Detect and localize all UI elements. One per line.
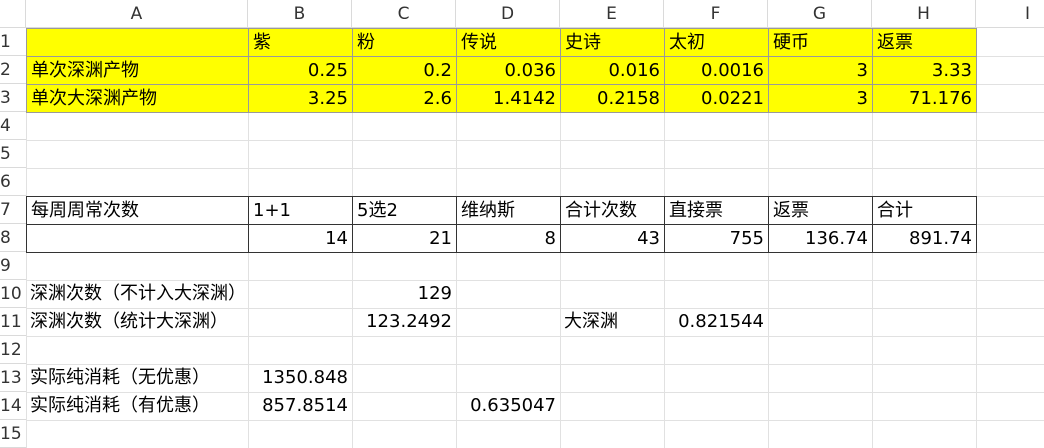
cell-d14[interactable]: 0.635047: [456, 392, 560, 420]
row-header-13[interactable]: 13: [0, 364, 26, 392]
cell-a7[interactable]: 每周周常次数: [26, 196, 249, 225]
select-all-corner[interactable]: [0, 0, 26, 28]
cell-b13[interactable]: 1350.848: [248, 364, 352, 392]
cell-b3[interactable]: 3.25: [248, 84, 353, 113]
column-header-b[interactable]: B: [248, 0, 352, 28]
cell-g3[interactable]: 3: [768, 84, 873, 113]
row-header-4[interactable]: 4: [0, 112, 26, 140]
cell-c10[interactable]: 129: [352, 280, 456, 308]
column-header-e[interactable]: E: [560, 0, 664, 28]
cell-f7[interactable]: 直接票: [664, 196, 769, 225]
cell-a8[interactable]: [26, 224, 249, 253]
row-header-11[interactable]: 11: [0, 308, 26, 336]
cell-c11[interactable]: 123.2492: [352, 308, 456, 336]
cell-c1[interactable]: 粉: [352, 28, 457, 57]
column-header-f[interactable]: F: [664, 0, 768, 28]
cell-b2[interactable]: 0.25: [248, 56, 353, 85]
row-header-14[interactable]: 14: [0, 392, 26, 420]
cell-g2[interactable]: 3: [768, 56, 873, 85]
cell-a10[interactable]: 深渊次数（不计入大深渊）: [26, 280, 326, 308]
row-header-3[interactable]: 3: [0, 84, 26, 112]
gridline: [26, 168, 1044, 169]
cell-e7[interactable]: 合计次数: [560, 196, 665, 225]
cell-h1[interactable]: 返票: [872, 28, 977, 57]
column-header-d[interactable]: D: [456, 0, 560, 28]
row-header-1[interactable]: 1: [0, 28, 26, 56]
cell-a11[interactable]: 深渊次数（统计大深渊）: [26, 308, 326, 336]
row-header-6[interactable]: 6: [0, 168, 26, 196]
gridline: [26, 420, 1044, 421]
cell-a1[interactable]: [26, 28, 249, 57]
cell-d7[interactable]: 维纳斯: [456, 196, 561, 225]
cell-c2[interactable]: 0.2: [352, 56, 457, 85]
column-header-h[interactable]: H: [872, 0, 976, 28]
cell-c3[interactable]: 2.6: [352, 84, 457, 113]
column-header-g[interactable]: G: [768, 0, 872, 28]
cell-h2[interactable]: 3.33: [872, 56, 977, 85]
row-header-9[interactable]: 9: [0, 252, 26, 280]
cell-b8[interactable]: 14: [248, 224, 353, 253]
row-header-2[interactable]: 2: [0, 56, 26, 84]
cell-e3[interactable]: 0.2158: [560, 84, 665, 113]
cell-e2[interactable]: 0.016: [560, 56, 665, 85]
cell-d3[interactable]: 1.4142: [456, 84, 561, 113]
cell-e8[interactable]: 43: [560, 224, 665, 253]
gridline: [26, 336, 1044, 337]
column-header-i[interactable]: I: [976, 0, 1044, 28]
cell-b7[interactable]: 1+1: [248, 196, 353, 225]
cell-g8[interactable]: 136.74: [768, 224, 873, 253]
row-header-12[interactable]: 12: [0, 336, 26, 364]
cell-h8[interactable]: 891.74: [872, 224, 977, 253]
cell-c7[interactable]: 5选2: [352, 196, 457, 225]
cell-g7[interactable]: 返票: [768, 196, 873, 225]
cell-e11[interactable]: 大深渊: [560, 308, 664, 336]
cell-e1[interactable]: 史诗: [560, 28, 665, 57]
column-header-c[interactable]: C: [352, 0, 456, 28]
row-header-10[interactable]: 10: [0, 280, 26, 308]
cell-d8[interactable]: 8: [456, 224, 561, 253]
cell-f3[interactable]: 0.0221: [664, 84, 769, 113]
cell-b14[interactable]: 857.8514: [248, 392, 352, 420]
cell-a14[interactable]: 实际纯消耗（有优惠）: [26, 392, 256, 420]
row-header-15[interactable]: 15: [0, 420, 26, 448]
cell-f8[interactable]: 755: [664, 224, 769, 253]
cell-h3[interactable]: 71.176: [872, 84, 977, 113]
cell-a2[interactable]: 单次深渊产物: [26, 56, 249, 85]
column-header-a[interactable]: A: [26, 0, 248, 28]
cell-d2[interactable]: 0.036: [456, 56, 561, 85]
row-header-8[interactable]: 8: [0, 224, 26, 252]
cell-h7[interactable]: 合计: [872, 196, 977, 225]
cell-c8[interactable]: 21: [352, 224, 457, 253]
cell-a3[interactable]: 单次大深渊产物: [26, 84, 249, 113]
cell-f11[interactable]: 0.821544: [664, 308, 768, 336]
cell-f2[interactable]: 0.0016: [664, 56, 769, 85]
spreadsheet-grid: A B C D E F G H I 1 2 3 4 5 6 7 8 9 10 1…: [0, 0, 1044, 448]
cell-d1[interactable]: 传说: [456, 28, 561, 57]
gridline: [26, 140, 1044, 141]
cell-f1[interactable]: 太初: [664, 28, 769, 57]
cell-b1[interactable]: 紫: [248, 28, 353, 57]
row-header-5[interactable]: 5: [0, 140, 26, 168]
row-header-7[interactable]: 7: [0, 196, 26, 224]
cell-a13[interactable]: 实际纯消耗（无优惠）: [26, 364, 256, 392]
cell-g1[interactable]: 硬币: [768, 28, 873, 57]
